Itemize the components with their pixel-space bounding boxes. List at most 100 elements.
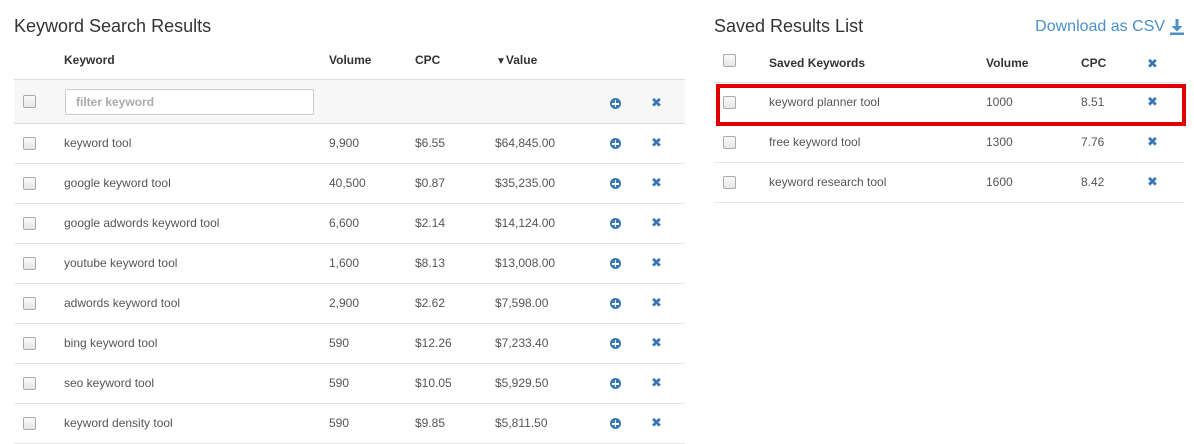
volume-cell: 590: [329, 416, 350, 430]
cpc-cell: $2.62: [415, 296, 446, 310]
cpc-column-header[interactable]: CPC: [1081, 56, 1106, 70]
row-checkbox[interactable]: [723, 96, 736, 109]
keyword-cell: google keyword tool: [64, 176, 171, 190]
keyword-column-header[interactable]: Keyword: [64, 53, 115, 67]
keyword-cell: bing keyword tool: [64, 336, 158, 350]
volume-cell: 1600: [986, 175, 1013, 189]
value-cell: $7,233.40: [495, 336, 549, 350]
volume-column-header[interactable]: Volume: [986, 56, 1028, 70]
row-checkbox[interactable]: [23, 417, 36, 430]
keyword-cell: keyword tool: [64, 136, 132, 150]
download-csv-label: Download as CSV: [1035, 18, 1165, 35]
plus-circle-icon[interactable]: [610, 258, 621, 269]
volume-cell: 1300: [986, 135, 1013, 149]
value-cell: $14,124.00: [495, 216, 556, 230]
saved-table-row: keyword research tool 1600 8.42 ✖: [714, 163, 1184, 203]
volume-cell: 6,600: [329, 216, 360, 230]
saved-results-list-title: Saved Results List: [714, 16, 864, 36]
table-row: seo keyword tool 590 $10.05 $5,929.50 ✖: [14, 364, 685, 404]
volume-cell: 590: [329, 336, 350, 350]
saved-keyword-cell: keyword planner tool: [769, 95, 880, 109]
volume-cell: 1,600: [329, 256, 360, 270]
cpc-cell: $6.55: [415, 136, 446, 150]
table-row: bing keyword tool 590 $12.26 $7,233.40 ✖: [14, 324, 685, 364]
volume-cell: 590: [329, 376, 350, 390]
filter-keyword-input[interactable]: [65, 89, 314, 115]
close-icon[interactable]: ✖: [651, 296, 662, 309]
cpc-cell: 7.76: [1081, 135, 1105, 149]
row-checkbox[interactable]: [23, 177, 36, 190]
plus-circle-icon[interactable]: [610, 338, 621, 349]
volume-cell: 2,900: [329, 296, 360, 310]
plus-circle-icon[interactable]: [610, 178, 621, 189]
close-icon[interactable]: ✖: [1147, 95, 1158, 108]
keyword-cell: youtube keyword tool: [64, 256, 178, 270]
close-icon[interactable]: ✖: [651, 176, 662, 189]
plus-circle-icon[interactable]: [610, 98, 621, 109]
sort-desc-icon: ▼: [496, 56, 506, 67]
plus-circle-icon[interactable]: [610, 378, 621, 389]
row-checkbox[interactable]: [23, 337, 36, 350]
keyword-cell: adwords keyword tool: [64, 296, 181, 310]
volume-column-header[interactable]: Volume: [329, 53, 371, 67]
saved-keyword-cell: free keyword tool: [769, 135, 861, 149]
close-icon[interactable]: ✖: [651, 96, 662, 109]
plus-circle-icon[interactable]: [610, 138, 621, 149]
table-row: youtube keyword tool 1,600 $8.13 $13,008.00…: [14, 244, 685, 284]
close-icon[interactable]: ✖: [651, 376, 662, 389]
close-icon[interactable]: ✖: [651, 256, 662, 269]
value-cell: $5,929.50: [495, 376, 549, 390]
saved-keywords-column-header[interactable]: Saved Keywords: [769, 56, 865, 70]
cpc-cell: $10.05: [415, 376, 452, 390]
plus-circle-icon[interactable]: [610, 418, 621, 429]
value-cell: $13,008.00: [495, 256, 556, 270]
table-header: Saved Keywords Volume CPC ✖: [714, 42, 1184, 83]
download-csv-link[interactable]: Download as CSV: [1035, 18, 1184, 36]
row-checkbox[interactable]: [23, 137, 36, 150]
saved-table-row: keyword planner tool 1000 8.51 ✖: [714, 83, 1184, 123]
close-icon[interactable]: ✖: [651, 136, 662, 149]
close-icon[interactable]: ✖: [651, 216, 662, 229]
keyword-search-results-title: Keyword Search Results: [14, 16, 212, 36]
keyword-cell: keyword density tool: [64, 416, 173, 430]
row-checkbox[interactable]: [23, 217, 36, 230]
plus-circle-icon[interactable]: [610, 298, 621, 309]
close-icon[interactable]: ✖: [1147, 175, 1158, 188]
close-icon[interactable]: ✖: [1147, 57, 1158, 70]
row-checkbox[interactable]: [723, 136, 736, 149]
row-checkbox[interactable]: [23, 257, 36, 270]
close-icon[interactable]: ✖: [651, 416, 662, 429]
value-cell: $64,845.00: [495, 136, 556, 150]
saved-table-row: free keyword tool 1300 7.76 ✖: [714, 123, 1184, 163]
keyword-cell: google adwords keyword tool: [64, 216, 220, 230]
row-checkbox[interactable]: [723, 176, 736, 189]
cpc-cell: 8.42: [1081, 175, 1105, 189]
cpc-cell: 8.51: [1081, 95, 1105, 109]
table-row: google keyword tool 40,500 $0.87 $35,235.00…: [14, 164, 685, 204]
row-checkbox[interactable]: [23, 377, 36, 390]
value-column-label: Value: [505, 53, 538, 67]
keyword-search-results-table: Keyword Volume CPC ▼Value ✖ keyword tool…: [14, 42, 685, 444]
keyword-cell: seo keyword tool: [64, 376, 155, 390]
cpc-cell: $9.85: [415, 416, 446, 430]
table-row: adwords keyword tool 2,900 $2.62 $7,598.00 ✖: [14, 284, 685, 324]
table-row: google adwords keyword tool 6,600 $2.14 $14…: [14, 204, 685, 244]
close-icon[interactable]: ✖: [1147, 135, 1158, 148]
select-all-saved-checkbox[interactable]: [723, 54, 736, 67]
saved-results-table: Saved Keywords Volume CPC ✖ keyword plan…: [714, 42, 1184, 203]
cpc-column-header[interactable]: CPC: [415, 53, 440, 67]
cpc-cell: $0.87: [415, 176, 446, 190]
value-column-header[interactable]: ▼Value: [496, 53, 537, 67]
cpc-cell: $12.26: [415, 336, 452, 350]
table-row: keyword tool 9,900 $6.55 $64,845.00 ✖: [14, 124, 685, 164]
volume-cell: 1000: [986, 95, 1013, 109]
select-all-checkbox[interactable]: [23, 95, 36, 108]
filter-row: ✖: [14, 80, 685, 124]
table-header: Keyword Volume CPC ▼Value: [14, 42, 685, 80]
cpc-cell: $8.13: [415, 256, 446, 270]
plus-circle-icon[interactable]: [610, 218, 621, 229]
row-checkbox[interactable]: [23, 297, 36, 310]
close-icon[interactable]: ✖: [651, 336, 662, 349]
value-cell: $35,235.00: [495, 176, 556, 190]
volume-cell: 40,500: [329, 176, 366, 190]
